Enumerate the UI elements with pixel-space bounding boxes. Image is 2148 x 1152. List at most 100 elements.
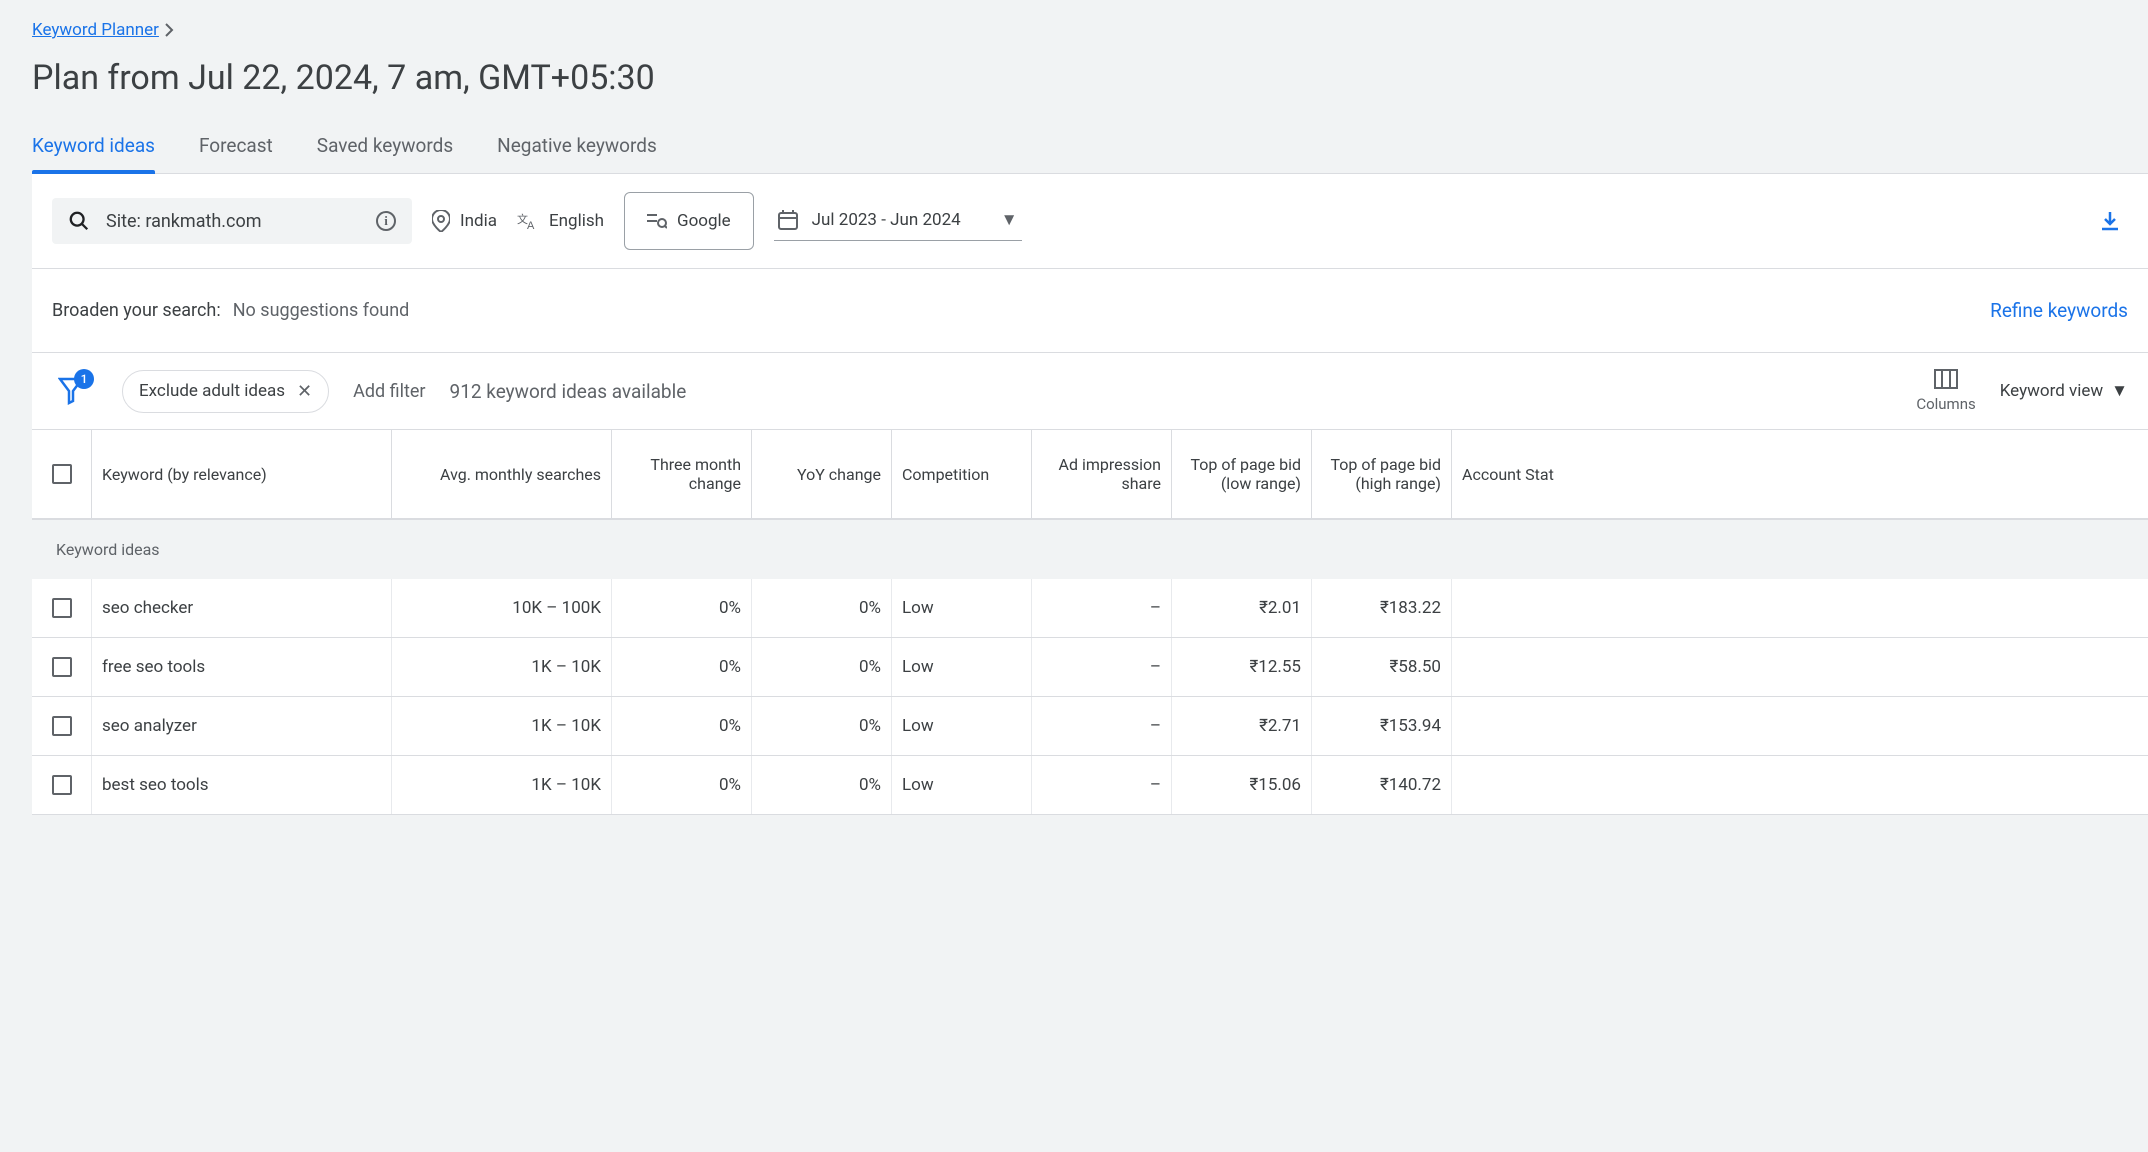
cell-competition: Low <box>892 756 1032 814</box>
location-pin-icon <box>432 210 450 232</box>
select-all-checkbox[interactable] <box>52 464 72 484</box>
col-three-month[interactable]: Three month change <box>612 430 752 518</box>
cell-bid-low: ₹2.01 <box>1172 579 1312 637</box>
cell-account-stat <box>1452 697 1572 755</box>
table-header-row: Keyword (by relevance) Avg. monthly sear… <box>32 430 2148 520</box>
cell-bid-high: ₹183.22 <box>1312 579 1452 637</box>
table-toolbar: 1 Exclude adult ideas ✕ Add filter 912 k… <box>32 353 2148 430</box>
col-bid-low[interactable]: Top of page bid (low range) <box>1172 430 1312 518</box>
cell-account-stat <box>1452 638 1572 696</box>
tab-saved-keywords[interactable]: Saved keywords <box>317 134 453 173</box>
cell-competition: Low <box>892 638 1032 696</box>
dropdown-icon: ▼ <box>2111 381 2128 401</box>
date-range-filter[interactable]: Jul 2023 - Jun 2024 ▼ <box>774 202 1022 241</box>
tab-forecast[interactable]: Forecast <box>199 134 273 173</box>
columns-icon <box>1934 369 1958 389</box>
search-network-icon <box>647 213 667 229</box>
cell-competition: Low <box>892 697 1032 755</box>
location-filter[interactable]: India <box>432 210 497 232</box>
keyword-table: Keyword (by relevance) Avg. monthly sear… <box>32 430 2148 815</box>
translate-icon: 文A <box>517 211 539 231</box>
breadcrumb: Keyword Planner <box>32 20 175 40</box>
info-icon[interactable]: i <box>376 211 396 231</box>
download-icon[interactable] <box>2098 209 2122 233</box>
broaden-label: Broaden your search: <box>52 300 221 321</box>
cell-avg: 1K – 10K <box>392 697 612 755</box>
cell-three-month: 0% <box>612 697 752 755</box>
calendar-icon <box>778 210 798 230</box>
ideas-count: 912 keyword ideas available <box>450 380 687 403</box>
cell-keyword: seo analyzer <box>92 697 392 755</box>
keyword-view-dropdown[interactable]: Keyword view ▼ <box>2000 381 2128 401</box>
filter-pill-exclude-adult[interactable]: Exclude adult ideas ✕ <box>122 370 329 413</box>
cell-avg: 1K – 10K <box>392 638 612 696</box>
language-filter[interactable]: 文A English <box>517 211 604 231</box>
table-row: free seo tools1K – 10K0%0%Low–₹12.55₹58.… <box>32 638 2148 697</box>
filter-badge: 1 <box>74 369 94 389</box>
row-checkbox[interactable] <box>52 716 72 736</box>
site-filter[interactable]: Site: rankmath.com i <box>52 198 412 244</box>
row-checkbox-cell <box>32 756 92 814</box>
columns-label: Columns <box>1916 395 1975 413</box>
broaden-value: No suggestions found <box>233 300 410 321</box>
cell-ad-share: – <box>1032 756 1172 814</box>
col-account-stat[interactable]: Account Stat <box>1452 430 1572 518</box>
cell-yoy: 0% <box>752 638 892 696</box>
row-checkbox[interactable] <box>52 775 72 795</box>
cell-keyword: best seo tools <box>92 756 392 814</box>
table-row: best seo tools1K – 10K0%0%Low–₹15.06₹140… <box>32 756 2148 815</box>
location-label: India <box>460 211 497 231</box>
col-yoy[interactable]: YoY change <box>752 430 892 518</box>
keyword-view-label: Keyword view <box>2000 381 2103 401</box>
col-avg-searches[interactable]: Avg. monthly searches <box>392 430 612 518</box>
cell-account-stat <box>1452 756 1572 814</box>
cell-ad-share: – <box>1032 579 1172 637</box>
add-filter-button[interactable]: Add filter <box>353 381 425 402</box>
cell-bid-high: ₹140.72 <box>1312 756 1452 814</box>
col-keyword[interactable]: Keyword (by relevance) <box>92 430 392 518</box>
tab-negative-keywords[interactable]: Negative keywords <box>497 134 657 173</box>
col-ad-share[interactable]: Ad impression share <box>1032 430 1172 518</box>
cell-yoy: 0% <box>752 756 892 814</box>
language-label: English <box>549 211 604 231</box>
svg-text:A: A <box>527 220 535 231</box>
row-checkbox[interactable] <box>52 657 72 677</box>
dropdown-icon: ▼ <box>1001 210 1018 230</box>
breadcrumb-link[interactable]: Keyword Planner <box>32 20 159 40</box>
cell-competition: Low <box>892 579 1032 637</box>
cell-avg: 1K – 10K <box>392 756 612 814</box>
cell-bid-low: ₹15.06 <box>1172 756 1312 814</box>
row-checkbox[interactable] <box>52 598 72 618</box>
cell-bid-high: ₹153.94 <box>1312 697 1452 755</box>
cell-three-month: 0% <box>612 756 752 814</box>
cell-three-month: 0% <box>612 638 752 696</box>
tab-keyword-ideas[interactable]: Keyword ideas <box>32 134 155 173</box>
filters-bar: Site: rankmath.com i India 文A English Go… <box>32 174 2148 269</box>
cell-avg: 10K – 100K <box>392 579 612 637</box>
close-icon[interactable]: ✕ <box>297 381 312 402</box>
cell-bid-low: ₹12.55 <box>1172 638 1312 696</box>
refine-keywords-link[interactable]: Refine keywords <box>1990 299 2128 322</box>
tabs: Keyword ideas Forecast Saved keywords Ne… <box>32 134 2148 174</box>
cell-yoy: 0% <box>752 697 892 755</box>
row-checkbox-cell <box>32 697 92 755</box>
cell-keyword: free seo tools <box>92 638 392 696</box>
network-filter[interactable]: Google <box>624 192 754 250</box>
row-checkbox-cell <box>32 638 92 696</box>
pill-label: Exclude adult ideas <box>139 381 285 401</box>
columns-button[interactable]: Columns <box>1916 369 1975 413</box>
cell-bid-high: ₹58.50 <box>1312 638 1452 696</box>
cell-ad-share: – <box>1032 638 1172 696</box>
chevron-right-icon <box>165 23 175 37</box>
network-label: Google <box>677 211 731 231</box>
site-text: Site: rankmath.com <box>106 211 262 232</box>
col-bid-high[interactable]: Top of page bid (high range) <box>1312 430 1452 518</box>
page-title: Plan from Jul 22, 2024, 7 am, GMT+05:30 <box>32 58 2148 98</box>
cell-yoy: 0% <box>752 579 892 637</box>
filter-funnel-button[interactable]: 1 <box>58 377 84 405</box>
col-competition[interactable]: Competition <box>892 430 1032 518</box>
broaden-bar: Broaden your search: No suggestions foun… <box>32 268 2148 353</box>
table-row: seo analyzer1K – 10K0%0%Low–₹2.71₹153.94 <box>32 697 2148 756</box>
row-checkbox-cell <box>32 579 92 637</box>
cell-keyword: seo checker <box>92 579 392 637</box>
